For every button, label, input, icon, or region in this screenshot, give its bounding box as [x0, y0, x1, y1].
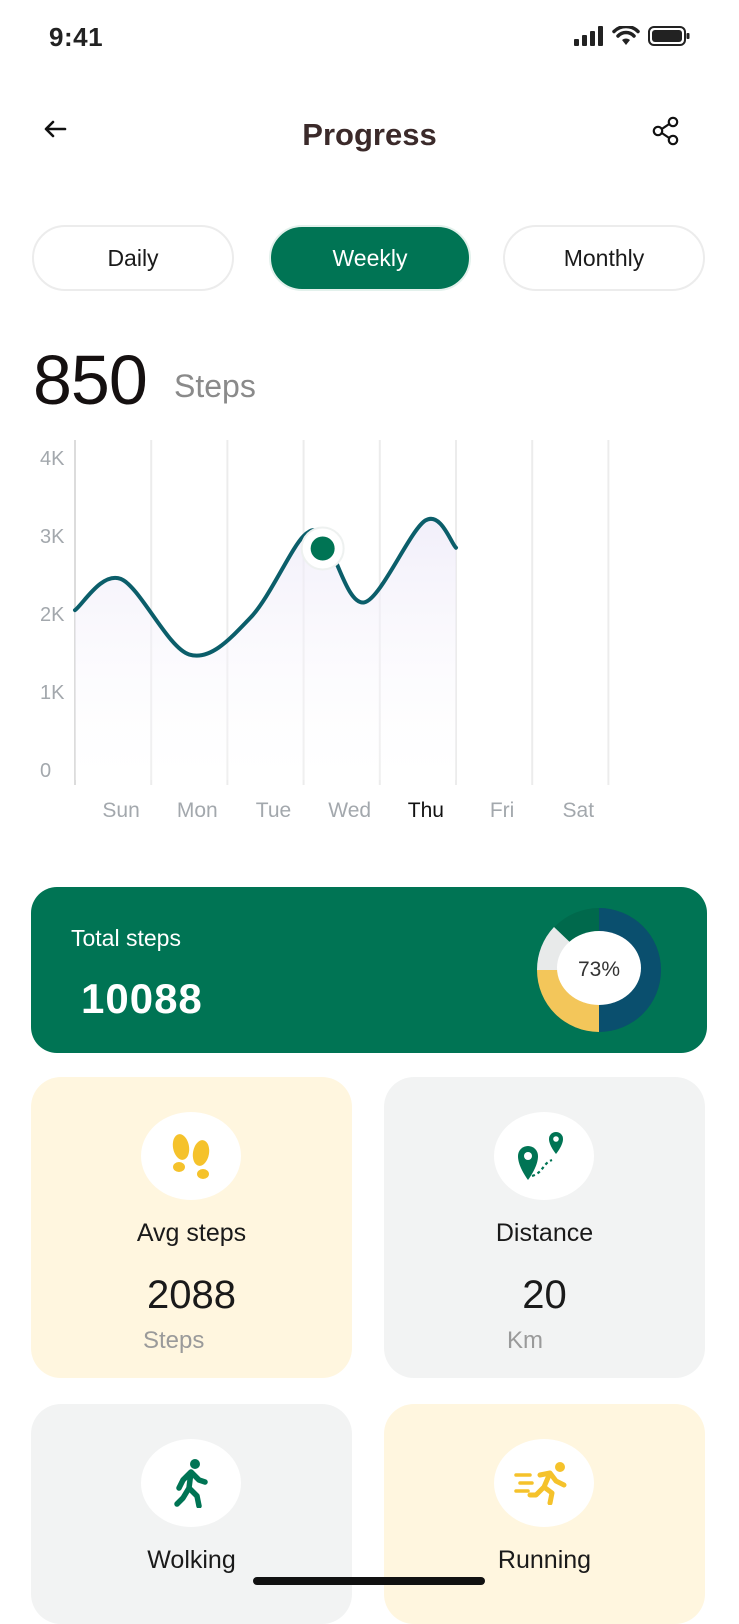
- distance-icon-circle: [494, 1112, 594, 1200]
- donut-percent-label: 73%: [578, 958, 620, 981]
- walking-label: Wolking: [147, 1546, 236, 1574]
- distance-card[interactable]: Distance 20 Km: [384, 1077, 705, 1378]
- walking-icon: [174, 1459, 208, 1508]
- running-icon-circle: [494, 1439, 594, 1527]
- chart-x-tick-wed[interactable]: Wed: [328, 799, 371, 822]
- chart-x-tick-mon[interactable]: Mon: [177, 799, 218, 822]
- avg-steps-label: Avg steps: [136, 1219, 247, 1247]
- share-button[interactable]: [649, 114, 683, 148]
- walking-card[interactable]: Wolking: [31, 1404, 352, 1624]
- avg-steps-icon-circle: [141, 1112, 241, 1200]
- running-icon: [514, 1462, 567, 1505]
- page-title: Progress: [302, 117, 437, 152]
- distance-unit: Km: [507, 1327, 543, 1354]
- tab-monthly[interactable]: Monthly: [503, 225, 705, 291]
- footprints-icon: [172, 1134, 210, 1179]
- status-icons: [574, 26, 690, 46]
- chart-x-tick-tue[interactable]: Tue: [256, 799, 291, 822]
- chart-x-tick-fri[interactable]: Fri: [490, 799, 515, 822]
- running-card[interactable]: Running: [384, 1404, 705, 1624]
- chart-y-tick: 4K: [40, 448, 65, 470]
- distance-label: Distance: [495, 1219, 594, 1247]
- home-indicator[interactable]: [253, 1577, 485, 1585]
- chart-y-tick: 3K: [40, 526, 65, 548]
- chart-y-tick: 2K: [40, 604, 65, 626]
- chart-marker[interactable]: [310, 536, 335, 561]
- running-label: Running: [497, 1546, 592, 1574]
- steps-chart: 0 1K 2K 3K 4K Sun Mon Tue Wed Thu Fri Sat: [40, 440, 610, 822]
- chart-x-tick-sat[interactable]: Sat: [563, 799, 595, 822]
- steps-count: 850: [33, 341, 148, 419]
- chart-y-tick: 0: [40, 760, 51, 782]
- avg-steps-card[interactable]: Avg steps 2088 Steps: [31, 1077, 352, 1378]
- walking-icon-circle: [141, 1439, 241, 1527]
- chart-x-tick-thu[interactable]: Thu: [408, 799, 444, 822]
- total-steps-label: Total steps: [71, 925, 181, 951]
- total-steps-value: 10088: [81, 975, 203, 1022]
- avg-steps-value: 2088: [147, 1273, 236, 1317]
- total-steps-card[interactable]: Total steps 10088 73%: [31, 887, 707, 1053]
- battery-icon: [648, 26, 690, 46]
- steps-unit: Steps: [174, 368, 256, 404]
- distance-value: 20: [522, 1273, 567, 1317]
- wifi-icon: [612, 26, 640, 45]
- chart-x-tick-sun[interactable]: Sun: [102, 799, 139, 822]
- avg-steps-unit: Steps: [143, 1327, 205, 1354]
- chart-y-tick: 1K: [40, 682, 65, 704]
- tab-weekly[interactable]: Weekly: [269, 225, 471, 291]
- progress-donut: 73%: [536, 908, 661, 1032]
- status-time: 9:41: [49, 22, 104, 52]
- signal-icon: [574, 26, 603, 46]
- route-pin-icon: [518, 1132, 563, 1180]
- share-icon: [652, 116, 679, 146]
- tab-daily[interactable]: Daily: [32, 225, 234, 291]
